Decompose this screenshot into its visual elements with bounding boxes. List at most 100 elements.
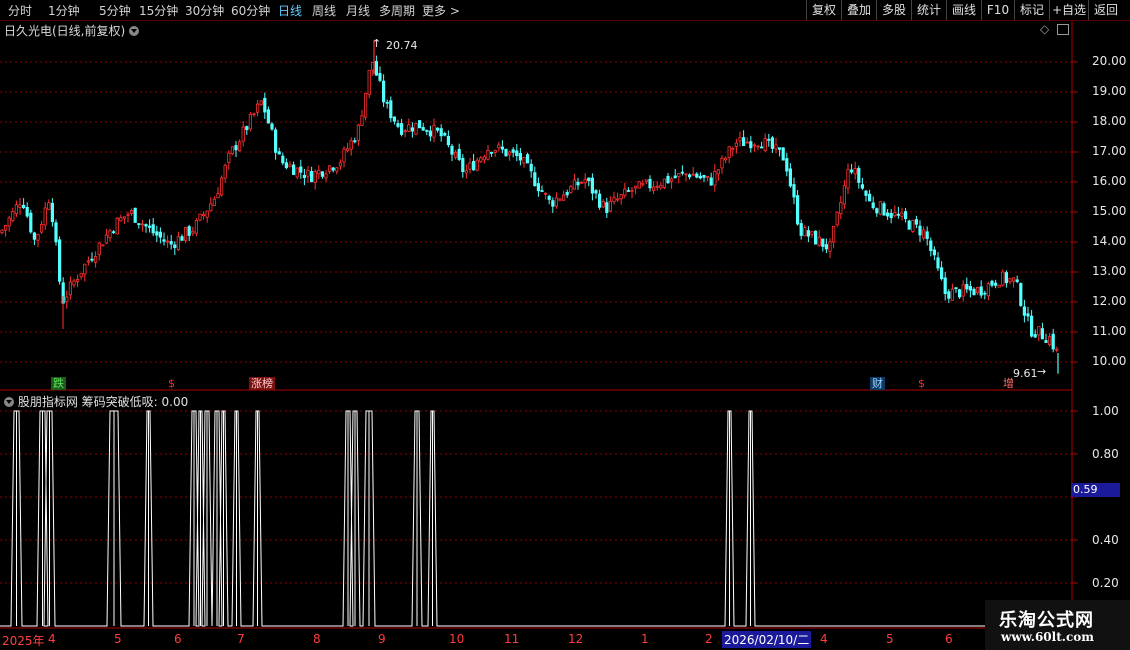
candle-body <box>40 224 44 233</box>
chevron-down-icon[interactable] <box>4 397 14 407</box>
candle-body <box>144 224 148 227</box>
candle-body <box>392 116 397 122</box>
candle-body <box>587 177 591 182</box>
chevron-down-icon[interactable] <box>129 26 140 36</box>
candle-body <box>414 123 418 135</box>
chart-title: 日久光电(日线,前复权) <box>4 22 140 39</box>
event-marker-dollar[interactable]: $ <box>166 377 177 390</box>
candle-body <box>137 223 141 225</box>
price-axis-label: 13.00 <box>1092 264 1127 278</box>
candle-body <box>540 190 544 192</box>
candle-body <box>457 148 461 160</box>
candle-body <box>263 97 267 113</box>
price-axis-label: 11.00 <box>1092 324 1127 338</box>
candle-body <box>327 165 332 172</box>
mark-button[interactable]: 标记 <box>1014 0 1049 20</box>
multi-stock-button[interactable]: 多股 <box>876 0 911 20</box>
candle-body <box>176 236 180 251</box>
candle-body <box>997 284 1001 288</box>
tab-weekly[interactable]: 周线 <box>312 2 336 19</box>
candle-body <box>360 115 364 126</box>
candle-body <box>151 224 155 234</box>
candle-body <box>367 69 371 95</box>
candle-body <box>79 273 83 278</box>
candle-body <box>165 240 170 243</box>
candle-body <box>932 249 937 256</box>
candle-body <box>335 167 339 172</box>
tab-multi-period[interactable]: 多周期 <box>379 2 415 19</box>
event-marker-cai[interactable]: 财 <box>870 377 885 390</box>
tab-60min[interactable]: 60分钟 <box>231 2 270 19</box>
candle-body <box>853 168 857 175</box>
candle-body <box>954 287 958 290</box>
candle-body <box>191 230 195 234</box>
add-favorite-button[interactable]: +自选 <box>1049 0 1088 20</box>
candle-body <box>1055 348 1059 351</box>
tab-fenshi[interactable]: 分时 <box>8 2 32 19</box>
candle-body <box>878 201 883 215</box>
candle-body <box>21 204 26 209</box>
window-toggle-icon[interactable] <box>1057 24 1069 35</box>
overlay-button[interactable]: 叠加 <box>841 0 876 20</box>
tab-more[interactable]: 更多 > <box>422 2 460 19</box>
candle-body <box>817 236 821 246</box>
chart-canvas[interactable] <box>0 0 1130 650</box>
candle-body <box>680 171 685 174</box>
candle-body <box>115 217 119 235</box>
event-marker-dollar-2[interactable]: $ <box>916 377 927 390</box>
event-marker-zhangbang[interactable]: 涨榜 <box>249 377 275 390</box>
candle-body <box>788 168 793 187</box>
candle-body <box>702 174 706 178</box>
candle-body <box>507 151 512 156</box>
tab-15min[interactable]: 15分钟 <box>139 2 178 19</box>
tab-1min[interactable]: 1分钟 <box>48 2 80 19</box>
candle-body <box>72 280 76 286</box>
price-axis-label: 20.00 <box>1092 54 1127 68</box>
event-marker-zeng[interactable]: 增 <box>1001 377 1016 390</box>
candle-body <box>828 241 832 252</box>
candle-body <box>781 147 785 161</box>
watermark-url: www.60lt.com <box>1001 630 1094 644</box>
candle-body <box>58 239 62 282</box>
candle-body <box>720 157 724 169</box>
candle-body <box>320 171 325 177</box>
candle-body <box>860 184 865 189</box>
candle-body <box>500 146 505 150</box>
candle-body <box>486 149 490 160</box>
candle-body <box>1040 328 1044 340</box>
diamond-icon[interactable]: ◇ <box>1040 22 1049 36</box>
candle-body <box>688 174 692 178</box>
candle-body <box>50 202 55 223</box>
date-label: 2025年 <box>2 634 45 648</box>
fuquan-button[interactable]: 复权 <box>806 0 841 20</box>
candle-body <box>317 169 321 175</box>
tab-daily[interactable]: 日线 <box>278 2 302 19</box>
stats-button[interactable]: 统计 <box>911 0 946 20</box>
candle-body <box>270 123 274 130</box>
candle-body <box>518 153 523 161</box>
candle-body <box>626 190 631 192</box>
draw-line-button[interactable]: 画线 <box>946 0 981 20</box>
event-marker-die[interactable]: 跌 <box>51 377 66 390</box>
tab-30min[interactable]: 30分钟 <box>185 2 224 19</box>
f10-button[interactable]: F10 <box>981 0 1014 20</box>
candle-body <box>403 130 407 133</box>
tab-monthly[interactable]: 月线 <box>346 2 370 19</box>
candle-body <box>468 162 472 170</box>
candle-body <box>965 284 969 290</box>
candle-body <box>482 156 487 161</box>
candle-body <box>644 179 649 183</box>
candle-body <box>752 144 757 147</box>
candle-body <box>864 190 868 196</box>
tab-5min[interactable]: 5分钟 <box>99 2 131 19</box>
candle-body <box>108 230 112 239</box>
date-label: 4 <box>820 632 828 646</box>
candle-body <box>284 162 289 169</box>
candle-body <box>576 181 580 186</box>
candle-body <box>536 183 541 192</box>
candle-body <box>583 178 587 184</box>
candle-body <box>216 193 220 199</box>
candle-body <box>972 288 976 296</box>
back-button[interactable]: 返回 <box>1088 0 1123 20</box>
candle-body <box>1030 315 1034 337</box>
